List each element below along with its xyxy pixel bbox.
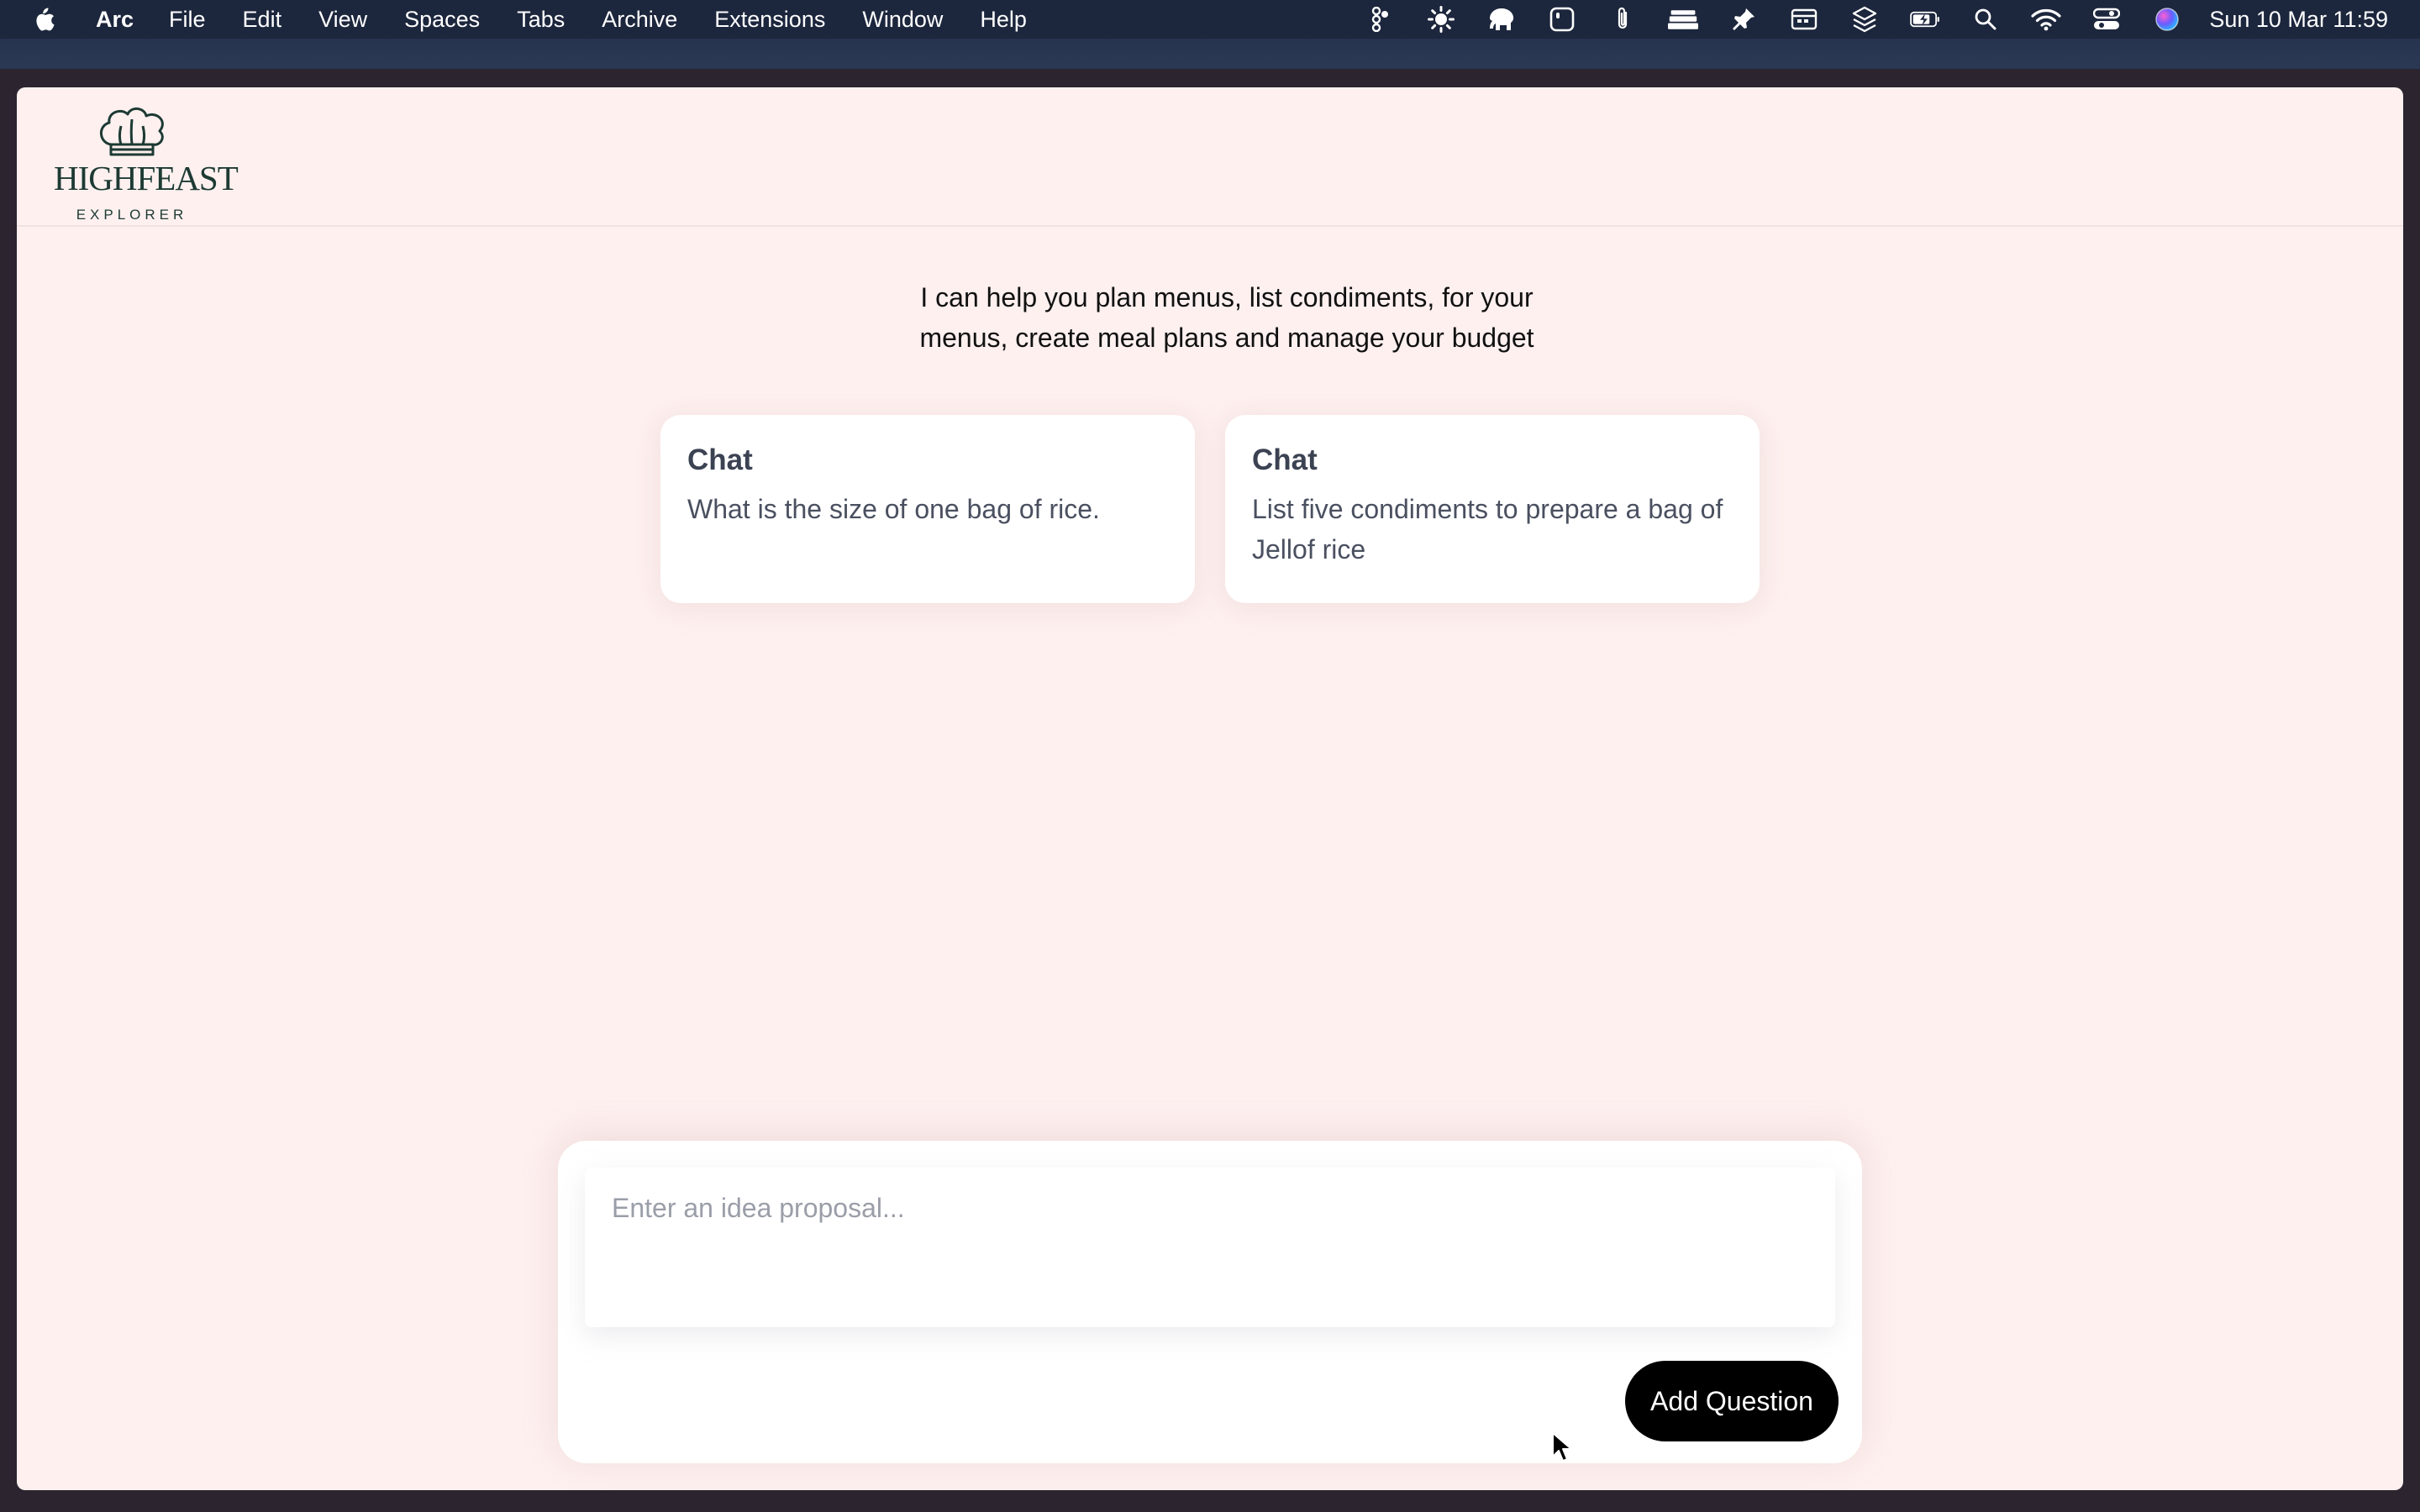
mouse-pointer-icon: [1551, 1431, 1573, 1467]
menu-edit[interactable]: Edit: [243, 7, 282, 33]
idea-proposal-input[interactable]: [585, 1168, 1835, 1327]
siri-icon[interactable]: [2152, 4, 2182, 34]
figma-icon[interactable]: [1365, 4, 1396, 34]
menu-file[interactable]: File: [169, 7, 206, 33]
logo-subtitle: EXPLORER: [76, 207, 188, 223]
add-question-button[interactable]: Add Question: [1625, 1361, 1839, 1441]
card-title: Chat: [1252, 444, 1318, 476]
wifi-icon[interactable]: [2031, 4, 2061, 34]
battery-icon[interactable]: [1910, 4, 1940, 34]
brightness-icon[interactable]: [1426, 4, 1456, 34]
app-window: HIGHFEAST EXPLORER I can help you plan m…: [17, 87, 2403, 1490]
menu-help[interactable]: Help: [980, 7, 1027, 33]
menu-bar-clock[interactable]: Sun 10 Mar 11:59: [2209, 7, 2388, 33]
app-header: HIGHFEAST EXPLORER: [17, 87, 2403, 227]
highfeast-logo[interactable]: HIGHFEAST EXPLORER: [54, 106, 239, 223]
app-square-icon[interactable]: [1547, 4, 1577, 34]
menu-app-name[interactable]: Arc: [96, 7, 134, 33]
menu-extensions[interactable]: Extensions: [714, 7, 825, 33]
status-tray: Sun 10 Mar 11:59: [1335, 0, 2388, 39]
card-text: What is the size of one bag of rice.: [687, 494, 1100, 524]
pin-icon[interactable]: [1728, 4, 1759, 34]
suggestion-card[interactable]: Chat List five condiments to prepare a b…: [1225, 415, 1760, 603]
menu-window[interactable]: Window: [862, 7, 943, 33]
intro-text: I can help you plan menus, list condimen…: [919, 282, 1534, 353]
card-text: List five condiments to prepare a bag of…: [1252, 494, 1723, 564]
control-center-icon[interactable]: [2091, 4, 2122, 34]
menu-view[interactable]: View: [318, 7, 367, 33]
elephant-icon[interactable]: [1486, 4, 1517, 34]
apple-logo-icon[interactable]: [32, 5, 57, 34]
menu-bar-left: Arc File Edit View Spaces Tabs Archive E…: [0, 0, 1064, 39]
paperclip-icon[interactable]: [1607, 4, 1638, 34]
menu-archive[interactable]: Archive: [602, 7, 677, 33]
menu-tabs[interactable]: Tabs: [517, 7, 565, 33]
question-composer: Add Question: [558, 1141, 1862, 1463]
logo-title: HIGHFEAST: [54, 159, 239, 197]
menu-bar: Arc File Edit View Spaces Tabs Archive E…: [0, 0, 2420, 39]
search-icon[interactable]: [1970, 4, 2001, 34]
layers-icon[interactable]: [1849, 4, 1880, 34]
suggestion-card[interactable]: Chat What is the size of one bag of rice…: [660, 415, 1195, 603]
card-title: Chat: [687, 444, 753, 476]
menu-spaces[interactable]: Spaces: [404, 7, 480, 33]
stack-icon[interactable]: [1668, 4, 1699, 34]
chef-hat-icon: [96, 106, 168, 162]
calendar-icon[interactable]: [1789, 4, 1819, 34]
